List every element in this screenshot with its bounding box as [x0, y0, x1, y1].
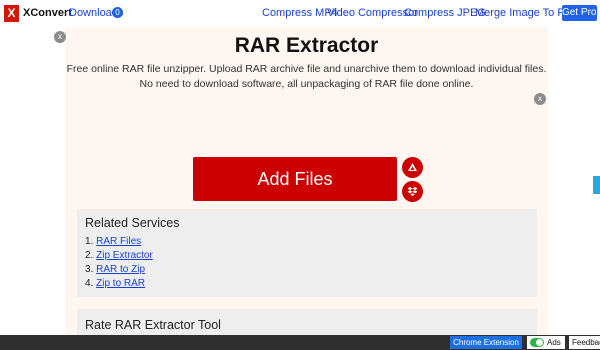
top-nav: X XConvert Downloads 0 Compress MP4 Vide… — [0, 0, 600, 27]
related-link-rar-files[interactable]: RAR Files — [96, 236, 141, 247]
add-files-button[interactable]: Add Files — [193, 157, 397, 201]
related-services-panel: Related Services 1. RAR Files 2. Zip Ext… — [77, 209, 537, 297]
google-drive-button[interactable] — [402, 157, 423, 178]
description-line-1: Free online RAR file unzipper. Upload RA… — [66, 63, 547, 75]
ads-toggle-switch[interactable] — [530, 338, 544, 347]
list-item-number: 4. — [85, 278, 94, 289]
list-item: 3. RAR to Zip — [85, 263, 153, 277]
brand-name[interactable]: XConvert — [23, 7, 72, 19]
google-drive-icon — [408, 163, 417, 171]
side-feedback-tab[interactable] — [593, 176, 600, 194]
list-item-number: 3. — [85, 264, 94, 275]
nav-link-compress-jpeg[interactable]: Compress JPEG — [404, 7, 486, 19]
dropbox-button[interactable] — [402, 181, 423, 202]
list-item: 1. RAR Files — [85, 235, 153, 249]
page-title: RAR Extractor — [234, 34, 379, 57]
related-services-heading: Related Services — [85, 216, 180, 230]
list-item: 4. Zip to RAR — [85, 277, 153, 291]
related-services-list: 1. RAR Files 2. Zip Extractor 3. RAR to … — [85, 235, 153, 291]
list-item-number: 1. — [85, 236, 94, 247]
list-item: 2. Zip Extractor — [85, 249, 153, 263]
close-ad-right-icon[interactable]: x — [534, 93, 546, 105]
description-line-2: No need to download software, all unpack… — [139, 78, 474, 90]
feedback-button[interactable]: Feedback — [569, 336, 600, 349]
dropbox-icon — [407, 187, 418, 196]
ads-toggle-wrapper[interactable]: Ads — [527, 336, 565, 349]
list-item-number: 2. — [85, 250, 94, 261]
page-description: Free online RAR file unzipper. Upload RA… — [65, 62, 548, 92]
get-pro-button[interactable]: Get Pro! — [562, 5, 599, 21]
related-link-rar-to-zip[interactable]: RAR to Zip — [96, 264, 145, 275]
downloads-count-badge: 0 — [112, 7, 123, 18]
related-link-zip-to-rar[interactable]: Zip to RAR — [96, 278, 145, 289]
related-link-zip-extractor[interactable]: Zip Extractor — [96, 250, 153, 261]
rate-tool-heading: Rate RAR Extractor Tool — [85, 318, 221, 332]
chrome-extension-button[interactable]: Chrome Extension — [450, 336, 522, 349]
xconvert-logo[interactable]: X — [4, 5, 19, 22]
ads-label: Ads — [547, 338, 561, 347]
